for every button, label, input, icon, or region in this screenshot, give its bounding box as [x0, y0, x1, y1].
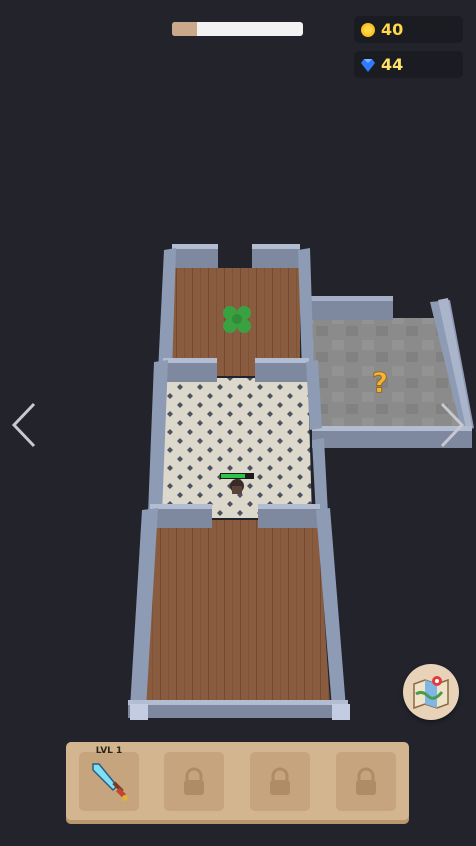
inventory-slot-4[interactable] — [336, 752, 396, 811]
player-health-fill — [221, 474, 245, 478]
coin-counter: 40 — [354, 16, 463, 43]
wood-room-bottom — [128, 504, 350, 720]
lock-icon — [270, 767, 290, 795]
lock-icon — [184, 767, 204, 795]
coin-icon — [361, 22, 375, 37]
right-arrow-icon[interactable] — [436, 400, 466, 450]
map-icon — [413, 676, 449, 710]
inventory-slot-1[interactable]: LVL 1 — [79, 746, 139, 811]
inventory-slot-3[interactable] — [250, 752, 310, 811]
inventory-bar: LVL 1 — [66, 742, 409, 824]
map-button[interactable] — [403, 664, 459, 720]
level-progress-fill — [172, 22, 197, 36]
coin-count: 40 — [381, 20, 404, 39]
gem-count: 44 — [381, 55, 404, 74]
dungeon-map: ? — [128, 244, 474, 720]
sword-icon — [92, 762, 128, 801]
inventory-slot-2[interactable] — [164, 752, 224, 811]
lock-icon — [356, 767, 376, 795]
gem-counter: 44 — [354, 51, 463, 78]
question-mark-icon[interactable]: ? — [371, 366, 388, 400]
left-arrow-icon[interactable] — [10, 400, 40, 450]
gem-icon — [361, 58, 375, 72]
slot-level-label: LVL 1 — [95, 746, 123, 756]
level-progress-bar — [172, 22, 303, 36]
